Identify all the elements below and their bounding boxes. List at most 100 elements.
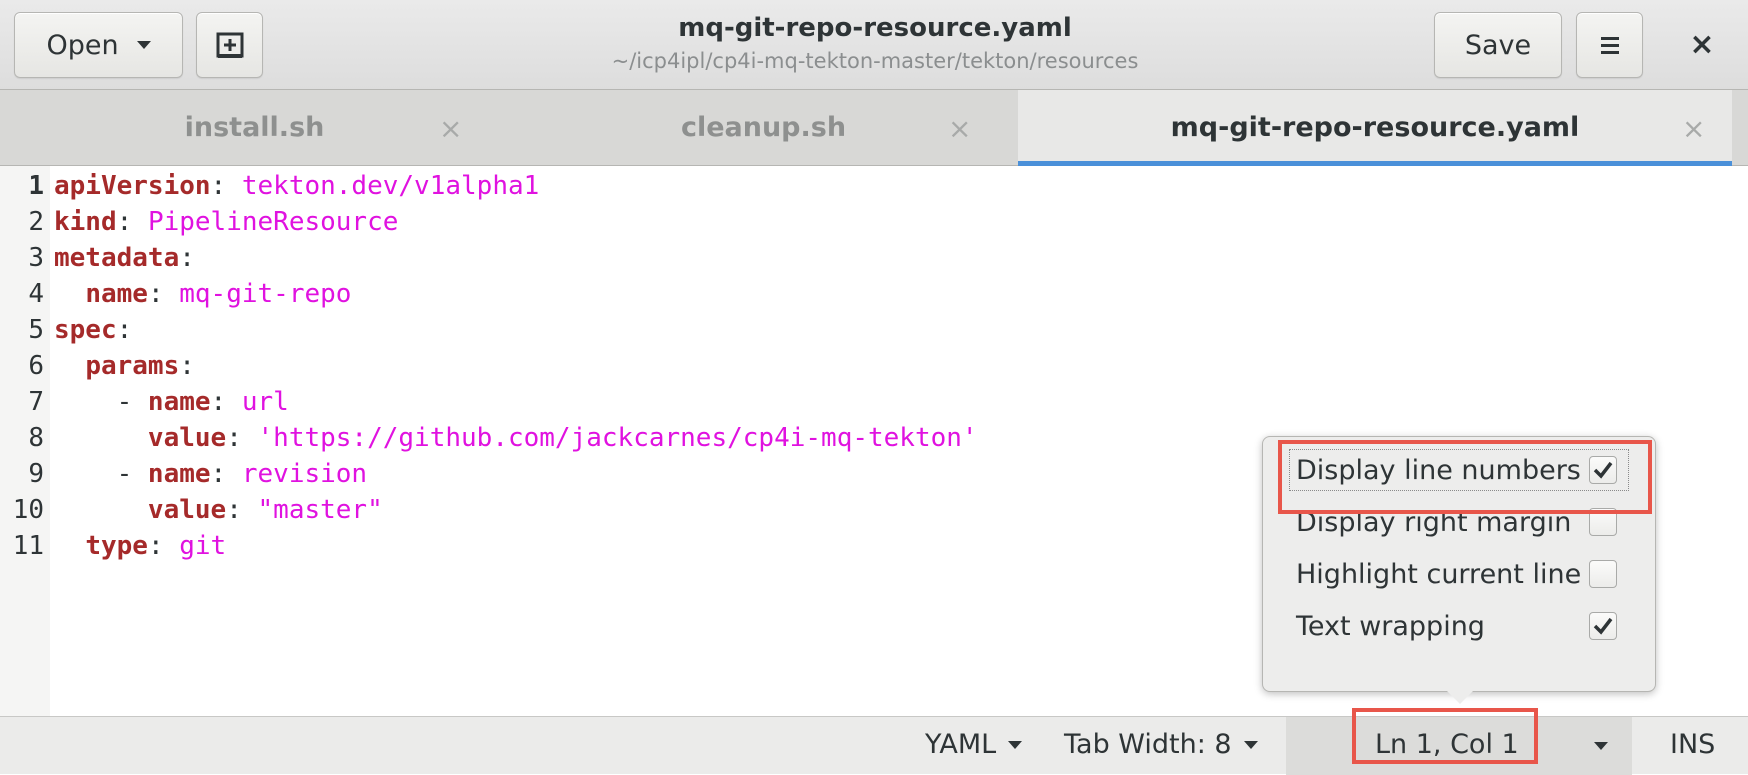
code-text: type: git: [54, 528, 226, 564]
chevron-down-icon: [136, 41, 151, 49]
code-text: value: 'https://github.com/jackcarnes/cp…: [54, 420, 978, 456]
tab-cleanup-sh[interactable]: cleanup.sh ×: [509, 90, 1018, 166]
popover-pointer: [1446, 690, 1474, 704]
code-text: params:: [54, 348, 195, 384]
code-text: apiVersion: tekton.dev/v1alpha1: [54, 168, 539, 204]
open-button-label: Open: [46, 29, 119, 61]
line-number: 10: [12, 495, 44, 525]
option-label: Text wrapping: [1296, 611, 1485, 642]
yaml-separator: :: [226, 423, 258, 453]
code-text: name: mq-git-repo: [54, 276, 351, 312]
hamburger-menu-icon: [1600, 37, 1619, 54]
yaml-value: "master": [257, 495, 383, 525]
new-document-button[interactable]: [196, 12, 263, 78]
cursor-position-highlight-box: [1352, 708, 1538, 764]
insert-mode-label: INS: [1670, 729, 1716, 760]
tab-label: cleanup.sh: [680, 112, 847, 143]
yaml-separator: :: [116, 207, 148, 237]
indent: -: [54, 387, 148, 417]
yaml-separator: :: [210, 171, 242, 201]
header-bar: Open mq-git-repo-resource.yaml ~/icp4ipl…: [0, 0, 1748, 90]
tab-install-sh[interactable]: install.sh ×: [0, 90, 509, 166]
yaml-value: git: [179, 531, 227, 561]
line-number: 5: [28, 315, 44, 345]
yaml-separator: :: [147, 531, 180, 561]
line-number: 9: [28, 459, 44, 489]
yaml-key: name: [85, 279, 148, 309]
window-close-button[interactable]: ×: [1680, 22, 1724, 66]
line-number: 4: [28, 279, 44, 309]
close-tab-icon[interactable]: ×: [948, 112, 971, 145]
line-number: 3: [28, 243, 44, 273]
yaml-separator: :: [226, 495, 258, 525]
option-highlight-current-line[interactable]: Highlight current line: [1263, 551, 1657, 599]
tab-mq-git-repo-resource-yaml[interactable]: mq-git-repo-resource.yaml ×: [1018, 90, 1732, 166]
line-number: 11: [12, 531, 44, 561]
yaml-key: name: [147, 459, 211, 489]
yaml-separator: :: [147, 279, 180, 309]
code-text: - name: url: [54, 384, 289, 420]
option-text-wrapping[interactable]: Text wrapping: [1263, 603, 1657, 651]
yaml-key: params: [85, 351, 180, 381]
yaml-separator: :: [210, 387, 242, 417]
line-numbers-highlight-box: [1278, 440, 1652, 514]
yaml-value: revision: [241, 459, 368, 489]
text-wrapping-checkbox[interactable]: [1589, 612, 1617, 640]
language-selector[interactable]: YAML: [925, 727, 1023, 763]
yaml-value: tekton.dev/v1alpha1: [241, 171, 540, 201]
yaml-key: kind: [54, 207, 117, 237]
yaml-separator: :: [116, 315, 133, 345]
open-button[interactable]: Open: [14, 12, 183, 78]
yaml-value: url: [241, 387, 289, 417]
yaml-key: type: [85, 531, 148, 561]
line-number: 8: [28, 423, 44, 453]
code-text: value: "master": [54, 492, 383, 528]
highlight-current-line-checkbox[interactable]: [1589, 560, 1617, 588]
code-text: kind: PipelineResource: [54, 204, 398, 240]
tab-bar: install.sh × cleanup.sh × mq-git-repo-re…: [0, 90, 1748, 166]
language-label: YAML: [925, 729, 997, 760]
yaml-value: PipelineResource: [147, 207, 399, 237]
close-tab-icon[interactable]: ×: [1682, 112, 1705, 145]
checkmark-icon: [1593, 617, 1613, 635]
indent: -: [54, 459, 148, 489]
line-number: 7: [28, 387, 44, 417]
document-title: mq-git-repo-resource.yaml: [678, 13, 1072, 43]
code-text: spec:: [54, 312, 132, 348]
line-number: 6: [28, 351, 44, 381]
option-label: Highlight current line: [1296, 559, 1582, 590]
yaml-key: metadata: [54, 243, 180, 273]
yaml-key: value: [147, 495, 227, 525]
yaml-key: name: [147, 387, 211, 417]
yaml-key: apiVersion: [54, 171, 211, 201]
yaml-separator: :: [210, 459, 242, 489]
insert-mode-indicator: INS: [1670, 727, 1715, 763]
chevron-down-icon: [1008, 741, 1023, 749]
line-number: 1: [28, 171, 44, 201]
close-tab-icon[interactable]: ×: [439, 112, 462, 145]
tab-width-label: Tab Width: 8: [1064, 729, 1232, 760]
tab-width-selector[interactable]: Tab Width: 8: [1064, 727, 1258, 763]
chevron-down-icon: [1594, 742, 1608, 750]
line-number: 2: [28, 207, 44, 237]
chevron-down-icon: [1243, 741, 1258, 749]
yaml-value: mq-git-repo: [179, 279, 352, 309]
window-title-area: mq-git-repo-resource.yaml ~/icp4ipl/cp4i…: [520, 12, 1230, 76]
new-document-icon: [216, 32, 243, 58]
yaml-key: spec: [54, 315, 117, 345]
tab-label: install.sh: [184, 112, 325, 143]
yaml-separator: :: [179, 351, 195, 381]
hamburger-menu-button[interactable]: [1576, 12, 1643, 78]
yaml-separator: :: [179, 243, 195, 273]
tab-label: mq-git-repo-resource.yaml: [1170, 112, 1580, 143]
yaml-value: 'https://github.com/jackcarnes/cp4i-mq-t…: [257, 423, 978, 453]
save-button[interactable]: Save: [1434, 12, 1562, 78]
document-path: ~/icp4ipl/cp4i-mq-tekton-master/tekton/r…: [611, 49, 1139, 73]
code-text: - name: revision: [54, 456, 367, 492]
code-text: metadata:: [54, 240, 195, 276]
